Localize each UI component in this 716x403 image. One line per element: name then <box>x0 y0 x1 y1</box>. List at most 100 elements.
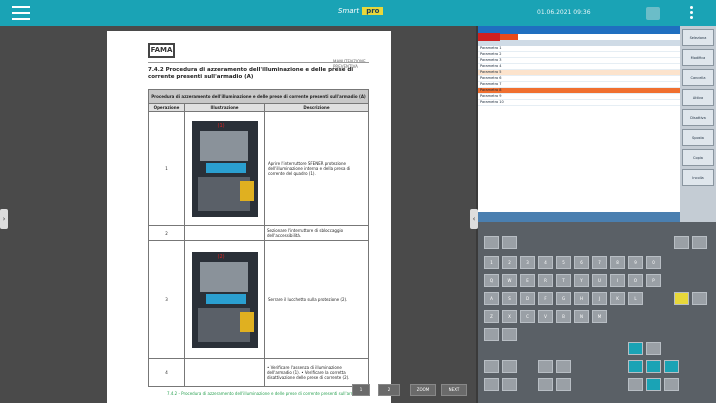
arrow-center-key[interactable] <box>646 360 661 373</box>
key-q[interactable]: Q <box>484 274 499 287</box>
key-e[interactable]: E <box>520 274 535 287</box>
arrow-down-icon[interactable] <box>646 378 661 391</box>
datetime: 01.06.2021 09:36 <box>537 9 591 16</box>
function-key[interactable] <box>556 378 571 391</box>
function-key[interactable] <box>674 236 689 249</box>
function-key[interactable] <box>646 342 661 355</box>
key-1[interactable]: 1 <box>484 256 499 269</box>
key-3[interactable]: 3 <box>520 256 535 269</box>
key-h[interactable]: H <box>574 292 589 305</box>
softkey[interactable]: Sposta <box>682 129 714 146</box>
function-key[interactable] <box>484 360 499 373</box>
key-k[interactable]: K <box>610 292 625 305</box>
virtual-keyboard: 1234567890 QWERTYUIOP ASDFGHJKL ZXCVBNM <box>478 222 716 403</box>
softkey[interactable]: Cancella <box>682 69 714 86</box>
col-header: Descrizione <box>264 103 369 112</box>
key-u[interactable]: U <box>592 274 607 287</box>
left-pane-handle[interactable]: › <box>0 209 8 229</box>
step-number: 4 <box>148 358 185 387</box>
key-l[interactable]: L <box>628 292 643 305</box>
key-y[interactable]: Y <box>574 274 589 287</box>
key-r[interactable]: R <box>538 274 553 287</box>
arrow-left-icon[interactable] <box>628 360 643 373</box>
brand-name: Smart <box>338 7 360 15</box>
arrow-up-icon[interactable] <box>628 342 643 355</box>
softkey[interactable]: Copia <box>682 149 714 166</box>
softkey[interactable]: Disattiva <box>682 109 714 126</box>
key-v[interactable]: V <box>538 310 553 323</box>
key-n[interactable]: N <box>574 310 589 323</box>
figure-caption: 7.4.2 - Procedura di azzeramento dell'il… <box>167 391 371 396</box>
zoom-button[interactable]: ZOOM <box>410 384 436 396</box>
key-z[interactable]: Z <box>484 310 499 323</box>
step-description: Serrare il lucchetto sulla protezione (2… <box>264 240 369 359</box>
key-o[interactable]: O <box>628 274 643 287</box>
section-title: 7.4.2 Procedura di azzeramento dell'illu… <box>148 67 354 80</box>
function-key[interactable] <box>502 360 517 373</box>
divider <box>148 62 369 63</box>
key-6[interactable]: 6 <box>574 256 589 269</box>
highlight-key[interactable] <box>674 292 689 305</box>
function-key[interactable] <box>692 236 707 249</box>
key-2[interactable]: 2 <box>502 256 517 269</box>
function-key[interactable] <box>538 360 553 373</box>
step-number: 2 <box>148 225 185 241</box>
key-9[interactable]: 9 <box>628 256 643 269</box>
next-button[interactable]: NEXT <box>441 384 467 396</box>
user-icon[interactable] <box>646 7 660 20</box>
function-key[interactable] <box>538 378 553 391</box>
function-key[interactable] <box>502 328 517 341</box>
key-0[interactable]: 0 <box>646 256 661 269</box>
company-logo: FAMA <box>148 43 175 58</box>
step-number: 1 <box>148 111 185 226</box>
key-4[interactable]: 4 <box>538 256 553 269</box>
function-key[interactable] <box>484 236 499 249</box>
softkey[interactable]: Seleziona <box>682 29 714 46</box>
table-row: 4 • Verificare l'assenza di illuminazion… <box>148 358 369 387</box>
key-m[interactable]: M <box>592 310 607 323</box>
function-key[interactable] <box>692 292 707 305</box>
table-row: 2 Sezionare l'interruttore di sbloccaggi… <box>148 225 369 241</box>
kebab-icon[interactable] <box>690 6 694 21</box>
step-photo: (1) <box>184 111 265 226</box>
key-s[interactable]: S <box>502 292 517 305</box>
brand-badge: pro <box>362 7 384 15</box>
key-d[interactable]: D <box>520 292 535 305</box>
right-pane-handle[interactable]: ‹ <box>470 209 478 229</box>
key-g[interactable]: G <box>556 292 571 305</box>
function-key[interactable] <box>502 236 517 249</box>
function-key[interactable] <box>484 328 499 341</box>
step-description: • Verificare l'assenza di illuminazione … <box>264 358 369 387</box>
softkey[interactable]: Modifica <box>682 49 714 66</box>
function-key[interactable] <box>628 378 643 391</box>
key-p[interactable]: P <box>646 274 661 287</box>
function-key[interactable] <box>484 378 499 391</box>
key-5[interactable]: 5 <box>556 256 571 269</box>
arrow-right-icon[interactable] <box>664 360 679 373</box>
key-t[interactable]: T <box>556 274 571 287</box>
softkey[interactable]: Attiva <box>682 89 714 106</box>
key-x[interactable]: X <box>502 310 517 323</box>
table-row: 3 (2) Serrare il lucchetto sulla protezi… <box>148 240 369 359</box>
softkey[interactable]: Incolla <box>682 169 714 186</box>
key-8[interactable]: 8 <box>610 256 625 269</box>
step-number: 3 <box>148 240 185 359</box>
key-7[interactable]: 7 <box>592 256 607 269</box>
hamburger-icon[interactable] <box>12 6 30 20</box>
key-f[interactable]: F <box>538 292 553 305</box>
pager-button-2[interactable]: 2 <box>378 384 400 396</box>
key-c[interactable]: C <box>520 310 535 323</box>
key-a[interactable]: A <box>484 292 499 305</box>
top-bar: Smart pro 01.06.2021 09:36 <box>0 0 716 26</box>
function-key[interactable] <box>664 378 679 391</box>
key-j[interactable]: J <box>592 292 607 305</box>
key-i[interactable]: I <box>610 274 625 287</box>
document-viewer: FAMA MANUTENZIONE PREVENTIVA 7.4.2 Proce… <box>96 26 476 403</box>
key-w[interactable]: W <box>502 274 517 287</box>
procedure-table: Procedura di azzeramento dell'illuminazi… <box>148 89 369 387</box>
step-description: Aprire l'interruttore SFENER protezione … <box>264 111 369 226</box>
function-key[interactable] <box>502 378 517 391</box>
pager-button-1[interactable]: 1 <box>352 384 370 396</box>
key-b[interactable]: B <box>556 310 571 323</box>
function-key[interactable] <box>556 360 571 373</box>
